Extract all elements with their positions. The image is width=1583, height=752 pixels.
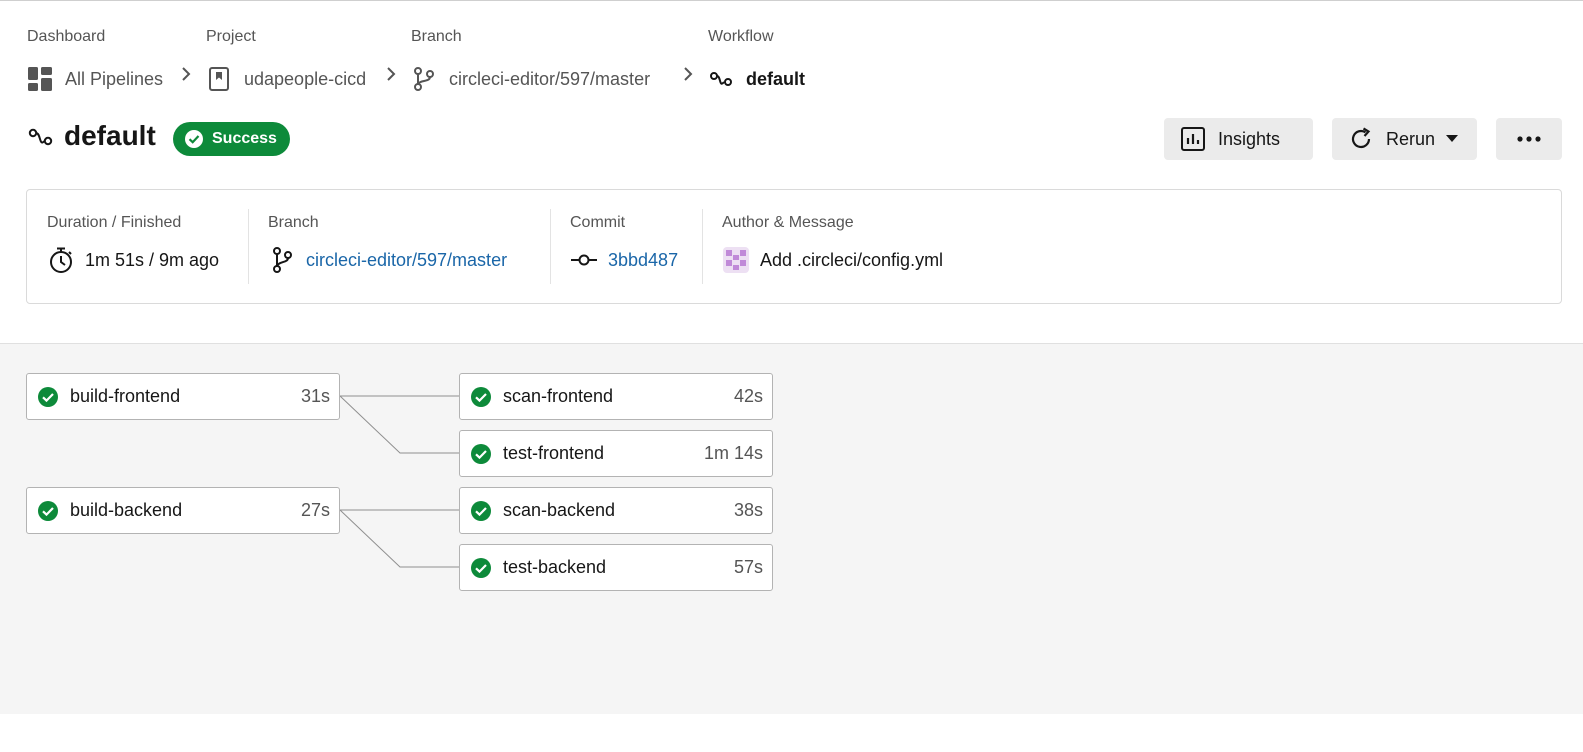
top-border <box>0 0 1583 1</box>
commit-message: Add .circleci/config.yml <box>760 249 944 270</box>
branch-label: Branch <box>268 214 319 231</box>
workflow-icon <box>27 124 55 152</box>
breadcrumb-value: All Pipelines <box>65 68 164 89</box>
breadcrumb-label: Dashboard <box>27 28 106 45</box>
more-options-button[interactable] <box>1496 118 1562 160</box>
chevron-right-icon <box>384 64 398 84</box>
commit-link[interactable]: 3bbd487 <box>608 250 678 271</box>
job-test-backend[interactable]: test-backend 57s <box>459 544 773 591</box>
stopwatch-icon <box>47 246 75 274</box>
workflow-icon <box>708 66 734 92</box>
duration-value: 1m 51s / 9m ago <box>85 249 220 270</box>
breadcrumb-label: Workflow <box>708 28 774 45</box>
caret-down-icon <box>1446 135 1459 143</box>
dashboard-icon <box>27 66 53 92</box>
breadcrumb-link-all-pipelines[interactable]: All Pipelines <box>27 65 163 93</box>
workflow-info-card: Duration / Finished 1m 51s / 9m ago Bran… <box>26 189 1562 304</box>
status-badge: Success <box>173 122 290 156</box>
branch-value-row: circleci-editor/597/master <box>268 246 507 274</box>
success-check-icon <box>471 386 491 407</box>
author-value-row: Add .circleci/config.yml <box>722 246 943 274</box>
insights-button[interactable]: Insights <box>1164 118 1313 160</box>
success-check-icon <box>471 500 491 521</box>
page-title: default <box>64 120 156 151</box>
commit-value-row: 3bbd487 <box>570 246 678 274</box>
insights-button-label: Insights <box>1218 128 1281 149</box>
job-build-frontend[interactable]: build-frontend 31s <box>26 373 340 420</box>
breadcrumb-label: Project <box>206 28 256 45</box>
more-horizontal-icon <box>1516 135 1542 143</box>
job-duration: 27s <box>300 500 330 520</box>
breadcrumb-value: circleci-editor/597/master <box>449 68 651 89</box>
duration-label: Duration / Finished <box>47 214 182 231</box>
job-name: scan-backend <box>503 500 616 520</box>
rerun-button[interactable]: Rerun <box>1332 118 1477 160</box>
bar-chart-icon <box>1180 126 1206 152</box>
author-label: Author & Message <box>722 214 854 231</box>
breadcrumb-project: Project udapeople-cicd <box>206 28 366 93</box>
commit-label: Commit <box>570 214 626 231</box>
breadcrumb-current-workflow: default <box>708 65 805 93</box>
job-test-frontend[interactable]: test-frontend 1m 14s <box>459 430 773 477</box>
job-duration: 31s <box>300 386 330 406</box>
breadcrumb-branch: Branch circleci-editor/597/master <box>411 28 650 93</box>
workflow-graph: build-frontend 31s scan-frontend 42s tes… <box>0 343 1583 714</box>
divider <box>702 209 703 284</box>
job-name: test-frontend <box>503 443 605 463</box>
rerun-button-label: Rerun <box>1386 128 1436 149</box>
breadcrumb-workflow: Workflow default <box>708 28 805 93</box>
breadcrumb-dashboard: Dashboard All Pipelines <box>27 28 163 93</box>
success-check-icon <box>38 500 58 521</box>
breadcrumb-link-project[interactable]: udapeople-cicd <box>206 65 366 93</box>
commit-icon <box>570 246 598 274</box>
duration-value-row: 1m 51s / 9m ago <box>47 246 219 274</box>
job-scan-backend[interactable]: scan-backend 38s <box>459 487 773 534</box>
avatar[interactable] <box>722 246 750 274</box>
job-duration: 42s <box>733 386 763 406</box>
project-bookmark-icon <box>206 66 232 92</box>
job-name: build-frontend <box>70 386 181 406</box>
success-check-icon <box>38 386 58 407</box>
job-name: scan-frontend <box>503 386 614 406</box>
job-name: build-backend <box>70 500 183 520</box>
branch-link[interactable]: circleci-editor/597/master <box>306 250 507 271</box>
status-badge-label: Success <box>212 130 277 147</box>
success-check-icon <box>471 557 491 578</box>
breadcrumb-value: udapeople-cicd <box>244 68 367 89</box>
job-duration: 38s <box>733 500 763 520</box>
check-circle-icon <box>185 130 203 148</box>
chevron-right-icon <box>179 64 193 84</box>
job-scan-frontend[interactable]: scan-frontend 42s <box>459 373 773 420</box>
job-duration: 57s <box>733 557 763 577</box>
refresh-icon <box>1348 126 1374 152</box>
branch-icon <box>411 66 437 92</box>
breadcrumb-label: Branch <box>411 28 462 45</box>
job-build-backend[interactable]: build-backend 27s <box>26 487 340 534</box>
breadcrumb-link-branch[interactable]: circleci-editor/597/master <box>411 65 650 93</box>
divider <box>248 209 249 284</box>
success-check-icon <box>471 443 491 464</box>
breadcrumb-value: default <box>746 68 806 89</box>
chevron-right-icon <box>681 64 695 84</box>
job-duration: 1m 14s <box>703 443 763 463</box>
divider <box>550 209 551 284</box>
job-name: test-backend <box>503 557 607 577</box>
branch-icon <box>268 246 296 274</box>
